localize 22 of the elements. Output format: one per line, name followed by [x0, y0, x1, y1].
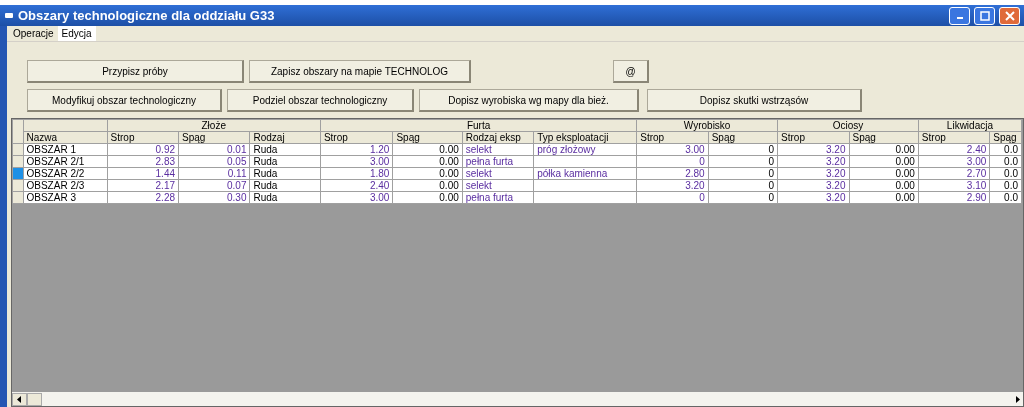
column-group-header: Wyrobisko: [636, 119, 778, 132]
column-group-header: Ociosy: [777, 119, 919, 132]
app-icon: [4, 11, 14, 20]
toolbar-button[interactable]: Zapisz obszary na mapie TECHNOLOG: [249, 60, 471, 83]
column-group-header: Złoże: [107, 119, 321, 132]
maximize-button[interactable]: [974, 6, 995, 25]
menu-item[interactable]: Operacje: [9, 26, 58, 41]
toolbar-button[interactable]: Przypisz próby: [27, 60, 244, 83]
scroll-left-button[interactable]: [12, 392, 42, 406]
toolbar-button[interactable]: Podziel obszar technologiczny: [227, 89, 414, 112]
window-title: Obszary technologiczne dla oddziału G33: [18, 6, 275, 25]
toolbar-button[interactable]: Dopisz wyrobiska wg mapy dla bież.: [419, 89, 639, 112]
toolbar-button[interactable]: Dopisz skutki wstrząsów: [647, 89, 862, 112]
menu-item[interactable]: Edycja: [57, 26, 96, 41]
toolbar-button[interactable]: Modyfikuj obszar technologiczny: [27, 89, 222, 112]
minimize-button[interactable]: [949, 6, 970, 25]
column-group-header: Furta: [320, 119, 637, 132]
maximize-icon: [979, 10, 990, 21]
close-button[interactable]: [999, 6, 1020, 25]
close-icon: [1004, 10, 1015, 21]
column-group-header: Likwidacja: [918, 119, 1022, 132]
toolbar-button[interactable]: @: [613, 60, 649, 83]
